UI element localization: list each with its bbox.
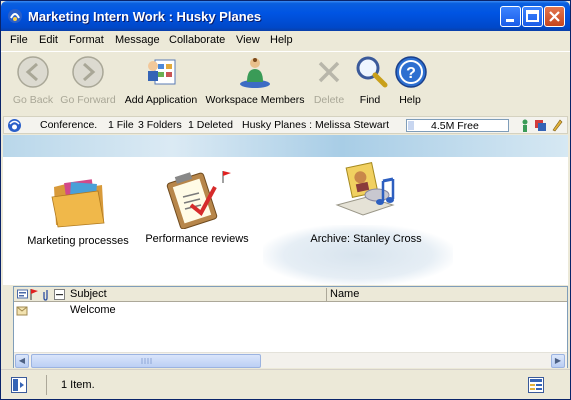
menu-collaborate[interactable]: Collaborate: [169, 34, 225, 46]
workspace-item-label: Performance reviews: [145, 233, 249, 245]
svg-text:?: ?: [406, 65, 416, 82]
workspace-item-marketing-processes[interactable]: Marketing processes: [23, 171, 133, 247]
scroll-right-button[interactable]: ▶: [551, 354, 565, 368]
find-button[interactable]: Find: [353, 54, 388, 106]
member-status-icon[interactable]: [520, 119, 530, 132]
column-header-subject[interactable]: Subject: [70, 288, 107, 300]
menu-message[interactable]: Message: [115, 34, 160, 46]
workspace-area: Marketing processes Performance reviews: [3, 135, 568, 285]
conference-icon: [8, 119, 21, 132]
file-count: 1 File: [108, 119, 134, 131]
minimize-button[interactable]: [500, 6, 521, 27]
menu-help[interactable]: Help: [270, 34, 293, 46]
add-application-button[interactable]: Add Application: [122, 54, 200, 106]
delete-button[interactable]: Delete: [310, 54, 348, 106]
disk-free-text: 4.5M Free: [431, 120, 479, 132]
add-application-icon: [148, 59, 176, 85]
scroll-left-button[interactable]: ◀: [15, 354, 29, 368]
title-bar[interactable]: Marketing Intern Work : Husky Planes: [1, 1, 570, 31]
maximize-icon: [526, 10, 539, 22]
groove-app-icon: [8, 9, 22, 23]
column-header-name[interactable]: Name: [330, 288, 359, 300]
go-back-label: Go Back: [12, 94, 54, 106]
workspace-item-label: Archive: Stanley Cross: [310, 233, 422, 245]
delete-label: Delete: [313, 94, 345, 106]
message-list: Subject Name Welcome ◀ ▶: [13, 286, 568, 368]
archive-media-icon: [335, 162, 395, 216]
help-label: Help: [399, 94, 421, 106]
toggle-pane-icon[interactable]: [11, 377, 27, 393]
workspace-item-label: Marketing processes: [27, 235, 129, 247]
magnifier-icon: [356, 56, 388, 88]
delete-x-icon: [318, 61, 340, 83]
menu-file[interactable]: File: [10, 34, 28, 46]
menu-format[interactable]: Format: [69, 34, 104, 46]
disk-space-fill: [408, 121, 414, 130]
go-back-button[interactable]: Go Back: [10, 54, 56, 106]
workspace-members-icon: [240, 58, 270, 88]
window-title: Marketing Intern Work : Husky Planes: [28, 9, 262, 24]
message-list-header: Subject Name: [14, 287, 567, 302]
back-arrow-icon: [17, 56, 49, 88]
help-button[interactable]: ? Help: [393, 54, 427, 106]
app-window: Marketing Intern Work : Husky Planes Fil…: [0, 0, 571, 400]
workspace-members-button[interactable]: Workspace Members: [203, 54, 307, 106]
attachment-icon[interactable]: [42, 288, 50, 301]
add-application-label: Add Application: [124, 94, 198, 106]
left-gutter: [3, 286, 13, 368]
close-button[interactable]: [544, 6, 565, 27]
menu-edit[interactable]: Edit: [39, 34, 58, 46]
disk-space-meter: 4.5M Free: [406, 119, 509, 132]
workspace-item-archive-stanley-cross[interactable]: Archive: Stanley Cross: [301, 159, 431, 245]
pencil-icon[interactable]: [551, 118, 563, 132]
alerts-icon[interactable]: [534, 119, 547, 132]
decorative-wave-banner: [3, 135, 568, 157]
find-label: Find: [359, 94, 381, 106]
menu-view[interactable]: View: [236, 34, 260, 46]
workspace-location[interactable]: Husky Planes : Melissa Stewart: [242, 119, 389, 131]
forward-arrow-icon: [72, 56, 104, 88]
column-divider[interactable]: [326, 288, 327, 301]
maximize-button[interactable]: [522, 6, 543, 27]
flag-icon[interactable]: [30, 288, 39, 300]
go-forward-button[interactable]: Go Forward: [58, 54, 118, 106]
workspace-item-performance-reviews[interactable]: Performance reviews: [141, 167, 253, 245]
row-subject: Welcome: [70, 304, 116, 316]
deleted-count: 1 Deleted: [188, 119, 233, 131]
grip-icon: [141, 358, 152, 364]
close-icon: [549, 11, 560, 22]
folder-count: 3 Folders: [138, 119, 182, 131]
horizontal-scrollbar[interactable]: ◀ ▶: [14, 352, 567, 368]
help-question-icon: ?: [395, 56, 427, 88]
message-type-icon[interactable]: [17, 289, 28, 299]
status-divider: [46, 375, 47, 395]
message-envelope-icon: [16, 306, 28, 316]
workspace-info-bar: Conference. 1 File 3 Folders 1 Deleted H…: [3, 116, 568, 134]
scroll-thumb[interactable]: [31, 354, 261, 368]
table-row[interactable]: Welcome: [14, 304, 567, 318]
layout-view-icon[interactable]: [528, 377, 544, 393]
go-forward-label: Go Forward: [60, 94, 116, 106]
workspace-members-label: Workspace Members: [205, 94, 305, 106]
menu-bar: File Edit Format Message Collaborate Vie…: [1, 31, 570, 50]
clipboard-icon: [166, 171, 231, 229]
folder-icon: [51, 179, 105, 228]
status-bar: 1 Item.: [1, 369, 570, 399]
item-count: 1 Item.: [61, 379, 95, 391]
collapse-icon[interactable]: [54, 289, 65, 300]
toolbar: Go Back Go Forward Add Application Works…: [1, 51, 570, 111]
minimize-icon: [506, 19, 514, 22]
conference-label: Conference.: [40, 119, 98, 131]
